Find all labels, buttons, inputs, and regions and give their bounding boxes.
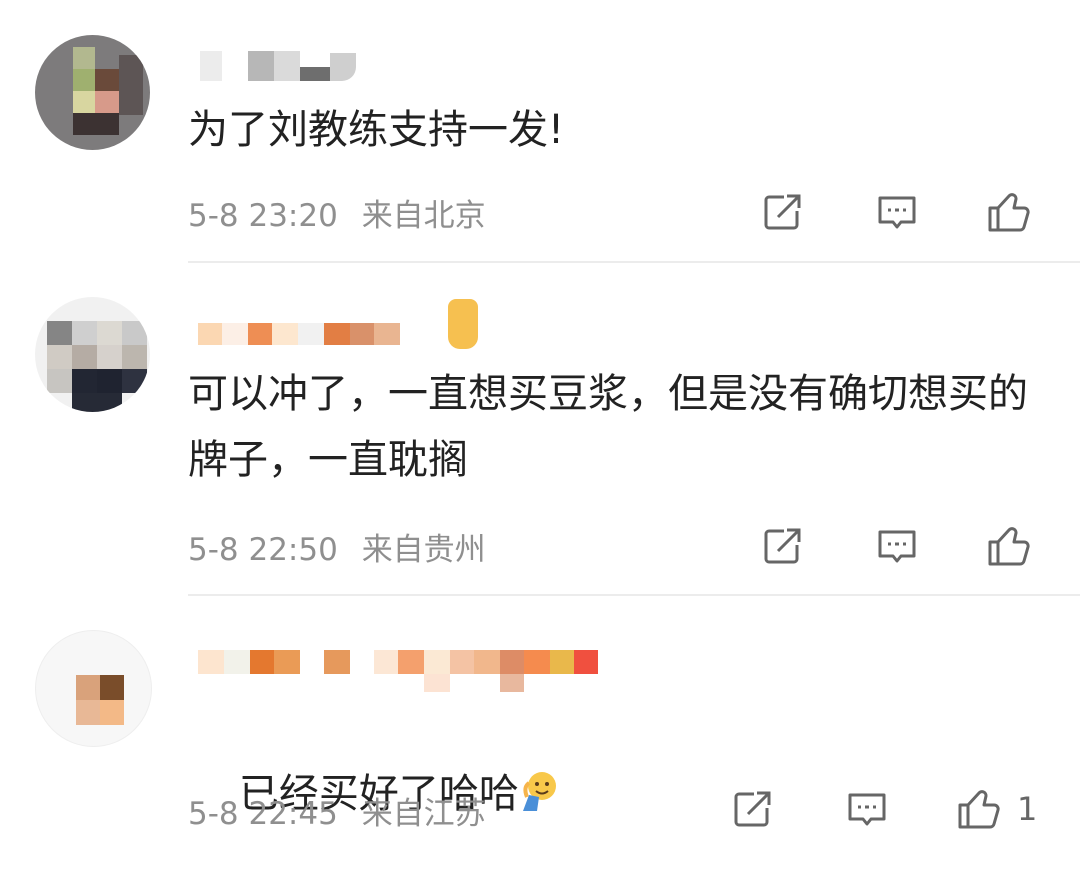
- comment-item: 可以冲了，一直想买豆浆，但是没有确切想买的牌子，一直耽搁 5-8 22:50 来…: [0, 262, 1080, 595]
- comment-date: 5-8 23:20: [188, 198, 338, 234]
- comment-icon: [878, 530, 916, 563]
- like-button[interactable]: 1: [955, 784, 1037, 834]
- share-button[interactable]: [730, 784, 774, 834]
- comment-date: 5-8 22:45: [188, 796, 338, 832]
- comment-location: 来自江苏: [361, 796, 486, 832]
- like-count: 1: [1017, 790, 1038, 828]
- share-button[interactable]: [760, 187, 804, 237]
- comment-location: 来自北京: [361, 198, 486, 234]
- reply-button[interactable]: [875, 521, 919, 571]
- comment-date: 5-8 22:50: [188, 532, 338, 568]
- share-icon: [764, 194, 801, 230]
- comment-meta: 5-8 22:50 来自贵州: [188, 524, 486, 569]
- avatar[interactable]: [35, 35, 150, 150]
- avatar[interactable]: [35, 297, 150, 412]
- thumbs-up-icon: [988, 527, 1030, 566]
- comment-location: 来自贵州: [361, 532, 486, 568]
- comment-item: 已经买好了哈哈 5-8 22:45 来自江苏 1: [0, 595, 1080, 853]
- thumbs-up-icon: [988, 193, 1030, 232]
- like-button[interactable]: [985, 187, 1047, 237]
- reply-button[interactable]: [875, 187, 919, 237]
- comment-icon: [878, 196, 916, 229]
- comment-meta: 5-8 23:20 来自北京: [188, 190, 486, 235]
- share-icon: [764, 528, 801, 564]
- comment-item: 为了刘教练支持一发! 5-8 23:20 来自北京: [0, 0, 1080, 262]
- username-blurred[interactable]: [188, 45, 368, 85]
- comment-text: 可以冲了，一直想买豆浆，但是没有确切想买的牌子，一直耽搁: [188, 371, 1028, 483]
- comment-meta: 5-8 22:45 来自江苏: [188, 788, 486, 833]
- reply-button[interactable]: [845, 784, 889, 834]
- avatar[interactable]: [35, 630, 152, 747]
- comment-actions: [760, 521, 1060, 571]
- comment-actions: 1: [730, 784, 1037, 834]
- comment-actions: [760, 187, 1060, 237]
- share-button[interactable]: [760, 521, 804, 571]
- waving-hand-emoji: [522, 772, 556, 811]
- like-button[interactable]: [985, 521, 1047, 571]
- share-icon: [734, 791, 771, 827]
- comment-icon: [848, 793, 886, 826]
- username-blurred[interactable]: [188, 630, 608, 692]
- comment-text: 为了刘教练支持一发!: [188, 107, 565, 153]
- thumbs-up-icon: [958, 790, 1000, 829]
- username-blurred[interactable]: [188, 297, 488, 349]
